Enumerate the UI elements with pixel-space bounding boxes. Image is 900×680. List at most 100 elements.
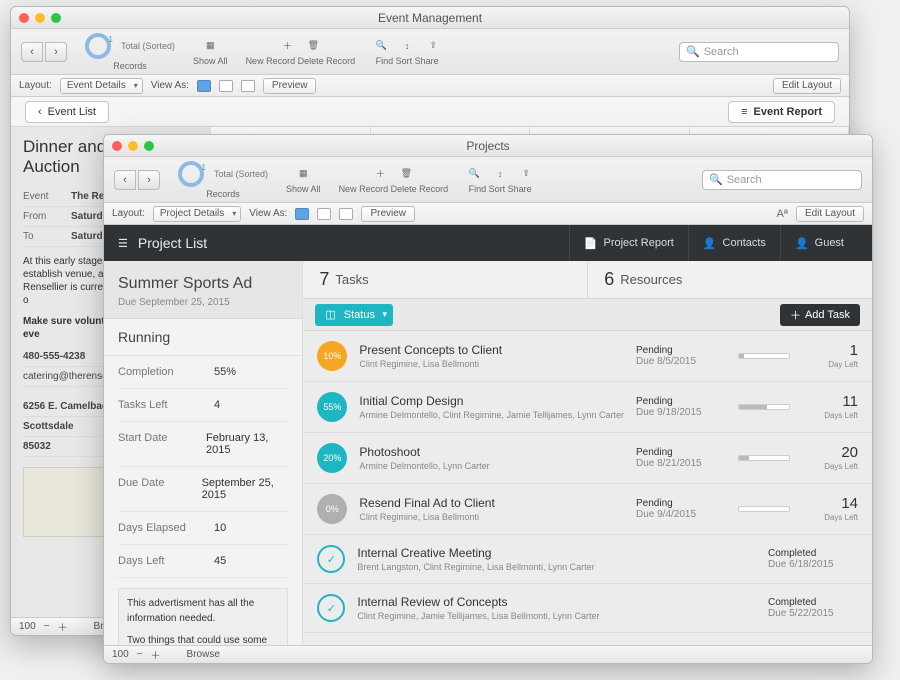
contacts-button[interactable]: 👤Contacts	[688, 225, 780, 261]
nav-forward-button[interactable]: ›	[45, 42, 67, 62]
find-icon[interactable]: 🔍	[466, 166, 482, 182]
layout-bar: Layout: Project Details View As: Preview…	[104, 203, 872, 225]
resources-count[interactable]: 6Resources	[587, 261, 872, 298]
task-assignees: Clint Regimine, Lisa Bellmonti	[359, 359, 624, 369]
nav-forward-button[interactable]: ›	[138, 170, 160, 190]
layout-select[interactable]: Project Details	[153, 206, 241, 222]
show-all-icon[interactable]: ▦	[295, 166, 311, 182]
layout-select[interactable]: Event Details	[60, 78, 143, 94]
new-record-icon[interactable]: ＋	[372, 166, 388, 182]
edit-layout-button[interactable]: Edit Layout	[796, 206, 864, 222]
toolbar: ‹ › 1 Total (Sorted) Records ▦Show All ＋…	[104, 157, 872, 203]
check-icon: ✓	[317, 545, 345, 573]
tasks-count[interactable]: 7Tasks	[303, 261, 587, 298]
show-all-icon[interactable]: ▦	[202, 38, 218, 54]
records-donut-icon: 1	[85, 33, 111, 59]
task-assignees: Armine Delmontello, Lynn Carter	[359, 461, 624, 471]
view-form-button[interactable]	[197, 80, 211, 92]
task-assignees: Clint Regimine, Lisa Bellmonti	[359, 512, 624, 522]
share-icon[interactable]: ⇪	[425, 38, 441, 54]
new-record-icon[interactable]: ＋	[279, 38, 295, 54]
add-task-button[interactable]: ＋Add Task	[780, 304, 860, 326]
view-table-button[interactable]	[339, 208, 353, 220]
window-title: Event Management	[11, 11, 849, 25]
stat-value: 45	[214, 555, 226, 567]
stat-value: September 25, 2015	[202, 477, 289, 501]
stat-row: Days Elapsed10	[118, 512, 288, 545]
days-left: 1Day Left	[806, 343, 858, 370]
delete-record-icon[interactable]: 🗑	[305, 38, 321, 54]
task-status: PendingDue 9/4/2015	[636, 498, 726, 520]
task-row[interactable]: 10%Present Concepts to ClientClint Regim…	[303, 331, 872, 382]
task-title: Internal Creative Meeting	[357, 546, 756, 560]
preview-button[interactable]: Preview	[263, 78, 317, 94]
nav-back-button[interactable]: ‹	[114, 170, 136, 190]
stat-row: Start DateFebruary 13, 2015	[118, 422, 288, 467]
delete-record-icon[interactable]: 🗑	[398, 166, 414, 182]
zoom-in-button[interactable]: ＋	[151, 647, 161, 662]
stat-row: Tasks Left4	[118, 389, 288, 422]
view-table-button[interactable]	[241, 80, 255, 92]
task-row[interactable]: 20%PhotoshootArmine Delmontello, Lynn Ca…	[303, 433, 872, 484]
view-list-button[interactable]	[219, 80, 233, 92]
sort-icon[interactable]: ↕	[399, 38, 415, 54]
back-event-list-button[interactable]: ‹Event List	[25, 101, 109, 123]
zoom-out-button[interactable]: −	[137, 649, 143, 660]
stat-label: Tasks Left	[118, 399, 214, 411]
stat-label: Completion	[118, 366, 214, 378]
task-title: Photoshoot	[359, 445, 624, 459]
days-left: 11Days Left	[806, 394, 858, 421]
dark-header: ☰ Project List 📄Project Report 👤Contacts…	[104, 225, 872, 261]
zoom-in-button[interactable]: ＋	[58, 619, 68, 634]
edit-layout-button[interactable]: Edit Layout	[773, 78, 841, 94]
progress-bar	[738, 506, 794, 512]
project-report-button[interactable]: 📄Project Report	[569, 225, 688, 261]
zoom-out-button[interactable]: −	[44, 621, 50, 632]
progress-bar	[738, 455, 794, 461]
find-icon[interactable]: 🔍	[373, 38, 389, 54]
sort-icon[interactable]: ↕	[492, 166, 508, 182]
task-assignees: Armine Delmontello, Clint Regimine, Jami…	[359, 410, 624, 420]
task-row[interactable]: ✓ Internal Creative Meeting Brent Langston…	[303, 535, 872, 584]
search-icon: 🔍	[686, 45, 700, 58]
task-title: Internal Review of Concepts	[357, 595, 756, 609]
layout-bar: Layout: Event Details View As: Preview E…	[11, 75, 849, 97]
guest-button[interactable]: 👤Guest	[780, 225, 858, 261]
text-format-icon[interactable]: Aª	[777, 208, 788, 220]
search-input[interactable]: 🔍Search	[679, 42, 839, 62]
projects-window: Projects ‹ › 1 Total (Sorted) Records ▦S…	[103, 134, 873, 664]
chevron-left-icon: ‹	[38, 106, 42, 118]
list-icon: ≡	[741, 106, 747, 118]
task-assignees: Brent Langston, Clint Regimine, Lisa Bel…	[357, 562, 756, 572]
share-icon[interactable]: ⇪	[518, 166, 534, 182]
days-left: 14Days Left	[806, 496, 858, 523]
search-icon: 🔍	[709, 173, 723, 186]
nav-back-button[interactable]: ‹	[21, 42, 43, 62]
project-sidebar: Summer Sports Ad Due September 25, 2015 …	[104, 261, 303, 663]
stat-value: 55%	[214, 366, 236, 378]
event-report-button[interactable]: ≡Event Report	[728, 101, 835, 123]
task-status: CompletedDue 5/22/2015	[768, 597, 858, 619]
task-row[interactable]: 55% Initial Comp Design Armine Delmontello…	[303, 382, 872, 433]
task-row[interactable]: ✓Internal Review of ConceptsClint Regimi…	[303, 584, 872, 633]
list-icon: ☰	[118, 237, 128, 250]
task-status: PendingDue 9/18/2015	[636, 396, 726, 418]
view-list-button[interactable]	[317, 208, 331, 220]
task-row[interactable]: 0%Resend Final Ad to ClientClint Regimin…	[303, 484, 872, 535]
titlebar[interactable]: Projects	[104, 135, 872, 157]
titlebar[interactable]: Event Management	[11, 7, 849, 29]
progress-badge: 0%	[317, 494, 347, 524]
stat-label: Days Elapsed	[118, 522, 214, 534]
progress-badge: 10%	[317, 341, 347, 371]
stat-value: 10	[214, 522, 226, 534]
preview-button[interactable]: Preview	[361, 206, 415, 222]
progress-badge: 55%	[317, 392, 347, 422]
check-icon: ✓	[317, 594, 345, 622]
status-filter-select[interactable]: ◫Status	[315, 304, 393, 326]
view-form-button[interactable]	[295, 208, 309, 220]
task-title: Initial Comp Design	[359, 394, 624, 408]
project-name: Summer Sports Ad	[118, 275, 288, 293]
search-input[interactable]: 🔍Search	[702, 170, 862, 190]
stat-value: February 13, 2015	[206, 432, 288, 456]
project-status: Running	[104, 319, 302, 356]
